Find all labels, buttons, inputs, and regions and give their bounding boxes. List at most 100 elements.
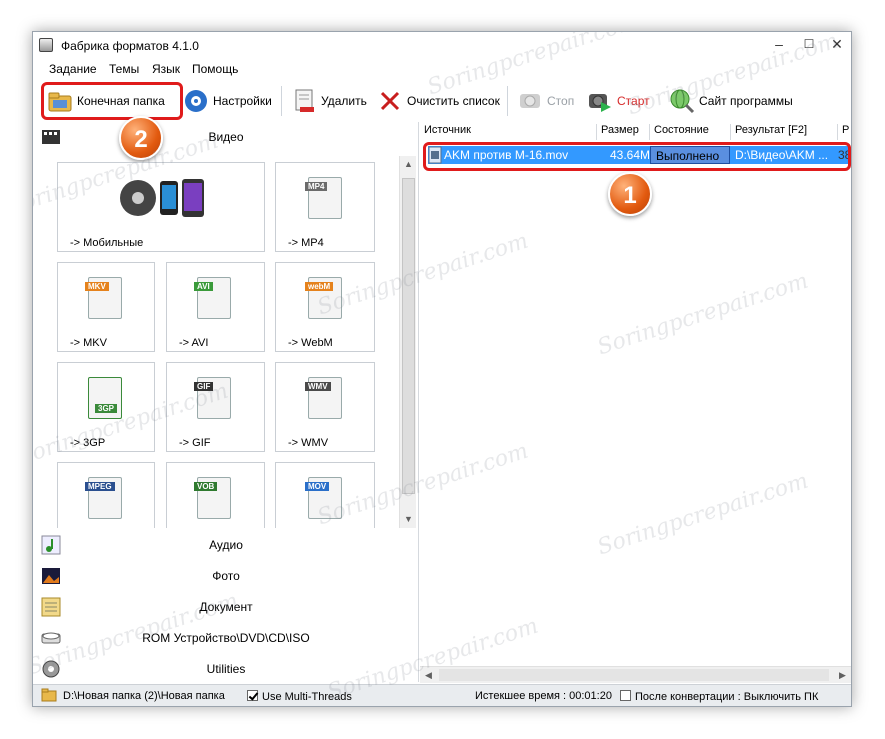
mpeg-file-icon: MPEG (85, 477, 122, 519)
scroll-down-arrow[interactable]: ▼ (400, 511, 417, 528)
scroll-right-arrow[interactable]: ▶ (834, 667, 851, 684)
tile-gif[interactable]: GIF -> GIF (166, 362, 265, 452)
maximize-button[interactable]: ☐ (795, 34, 823, 54)
app-icon (39, 38, 53, 52)
tile-mpeg[interactable]: MPEG (57, 462, 155, 528)
delete-label: Удалить (321, 94, 367, 108)
globe-icon (669, 88, 695, 114)
avi-file-icon: AVI (194, 277, 231, 319)
menu-task[interactable]: Задание (49, 62, 97, 76)
tile-gif-label: -> GIF (179, 437, 211, 449)
toolbar-separator (507, 86, 508, 116)
tile-vob[interactable]: VOB (166, 462, 265, 528)
after-conversion-checkbox[interactable] (620, 690, 631, 701)
output-path: D:\Новая папка (2)\Новая папка (63, 690, 225, 702)
clear-list-button[interactable]: Очистить список (377, 86, 500, 116)
start-icon (587, 88, 613, 114)
menu-language[interactable]: Язык (152, 62, 180, 76)
column-size[interactable]: Размер (597, 124, 650, 140)
hscroll-track[interactable] (439, 669, 829, 681)
category-audio[interactable]: Аудио (33, 530, 419, 561)
file-list-hscrollbar[interactable]: ◀ ▶ (420, 666, 851, 684)
tile-3gp-label: -> 3GP (70, 437, 106, 449)
start-label: Старт (617, 94, 650, 108)
category-document-label: Документ (199, 600, 253, 614)
category-photo[interactable]: Фото (33, 561, 419, 592)
webm-file-icon: webM (305, 277, 342, 319)
mkv-file-icon: MKV (85, 277, 122, 319)
close-button[interactable]: ✕ (823, 34, 851, 54)
minimize-button[interactable]: – (765, 34, 793, 54)
format-scrollbar[interactable]: ▲ ▼ (399, 156, 416, 528)
tile-mp4-label: -> MP4 (288, 237, 324, 249)
category-photo-label: Фото (212, 569, 240, 583)
category-utilities-label: Utilities (206, 662, 246, 676)
stop-label: Стоп (547, 94, 575, 108)
category-utilities[interactable]: Utilities (33, 654, 419, 685)
annotation-highlight-output-folder (41, 82, 183, 120)
column-result[interactable]: Результат [F2] (731, 124, 838, 140)
tile-mov[interactable]: MOV (275, 462, 375, 528)
vob-file-icon: VOB (194, 477, 231, 519)
stop-icon (517, 88, 543, 114)
tile-mp4[interactable]: MP4 -> MP4 (275, 162, 375, 252)
category-video[interactable]: Видео (33, 122, 419, 153)
window-title: Фабрика форматов 4.1.0 (61, 39, 199, 53)
tile-mkv-label: -> MKV (70, 337, 107, 349)
start-button[interactable]: Старт (587, 86, 650, 116)
column-source[interactable]: Источник (420, 124, 597, 140)
category-document[interactable]: Документ (33, 592, 419, 623)
menu-bar: Задание Темы Язык Помощь (33, 58, 851, 80)
wmv-file-icon: WMV (305, 377, 342, 419)
category-rom[interactable]: ROM Устройство\DVD\CD\ISO (33, 623, 419, 654)
column-state[interactable]: Состояние (650, 124, 731, 140)
tile-avi[interactable]: AVI -> AVI (166, 262, 265, 352)
annotation-badge-1: 1 (608, 172, 652, 216)
category-video-label: Видео (208, 130, 244, 144)
output-folder-icon[interactable] (41, 688, 57, 705)
clear-list-label: Очистить список (407, 94, 500, 108)
mp4-file-icon: MP4 (305, 177, 342, 219)
elapsed-time: Истекшее время : 00:01:20 (475, 690, 612, 702)
app-window: Фабрика форматов 4.1.0 – ☐ ✕ Задание Тем… (32, 31, 852, 707)
tile-3gp[interactable]: 3GP -> 3GP (57, 362, 155, 452)
tile-avi-label: -> AVI (179, 337, 209, 349)
tile-wmv-label: -> WMV (288, 437, 329, 449)
file-list-panel: Источник Размер Состояние Результат [F2]… (420, 122, 851, 684)
scroll-left-arrow[interactable]: ◀ (420, 667, 437, 684)
settings-label: Настройки (213, 94, 272, 108)
tile-webm-label: -> WebM (288, 337, 333, 349)
tile-webm[interactable]: webM -> WebM (275, 262, 375, 352)
mov-file-icon: MOV (305, 477, 342, 519)
column-extra[interactable]: Р (838, 124, 851, 140)
tile-mkv[interactable]: MKV -> MKV (57, 262, 155, 352)
scroll-up-arrow[interactable]: ▲ (400, 156, 417, 173)
format-panel: Видео -> Мобильные MP4 -> MP4 MKV -> MKV… (33, 122, 419, 682)
settings-button[interactable]: Настройки (183, 86, 272, 116)
stop-button[interactable]: Стоп (517, 86, 574, 116)
scroll-thumb[interactable] (402, 178, 415, 494)
annotation-highlight-file-row (423, 142, 851, 171)
menu-themes[interactable]: Темы (109, 62, 139, 76)
tile-mobile[interactable]: -> Мобильные (57, 162, 265, 252)
after-conversion-label: После конвертации : Выключить ПК (635, 691, 819, 703)
mobile-devices-icon (118, 173, 218, 226)
multithreads-option[interactable]: Use Multi-Threads (247, 690, 352, 703)
multithreads-checkbox[interactable] (247, 690, 258, 701)
gif-file-icon: GIF (194, 377, 231, 419)
after-conversion-option[interactable]: После конвертации : Выключить ПК (620, 690, 818, 703)
category-rom-label: ROM Устройство\DVD\CD\ISO (142, 631, 310, 645)
delete-icon (291, 88, 317, 114)
website-label: Сайт программы (699, 94, 793, 108)
tile-wmv[interactable]: WMV -> WMV (275, 362, 375, 452)
clear-icon (377, 88, 403, 114)
multithreads-label: Use Multi-Threads (262, 691, 352, 703)
tile-mobile-label: -> Мобильные (70, 237, 144, 249)
toolbar-separator (281, 86, 282, 116)
title-bar: Фабрика форматов 4.1.0 – ☐ ✕ (33, 32, 851, 58)
delete-button[interactable]: Удалить (291, 86, 367, 116)
menu-help[interactable]: Помощь (192, 62, 238, 76)
status-bar: D:\Новая папка (2)\Новая папка Use Multi… (33, 684, 851, 706)
3gp-file-icon: 3GP (88, 377, 122, 419)
website-button[interactable]: Сайт программы (669, 86, 793, 116)
